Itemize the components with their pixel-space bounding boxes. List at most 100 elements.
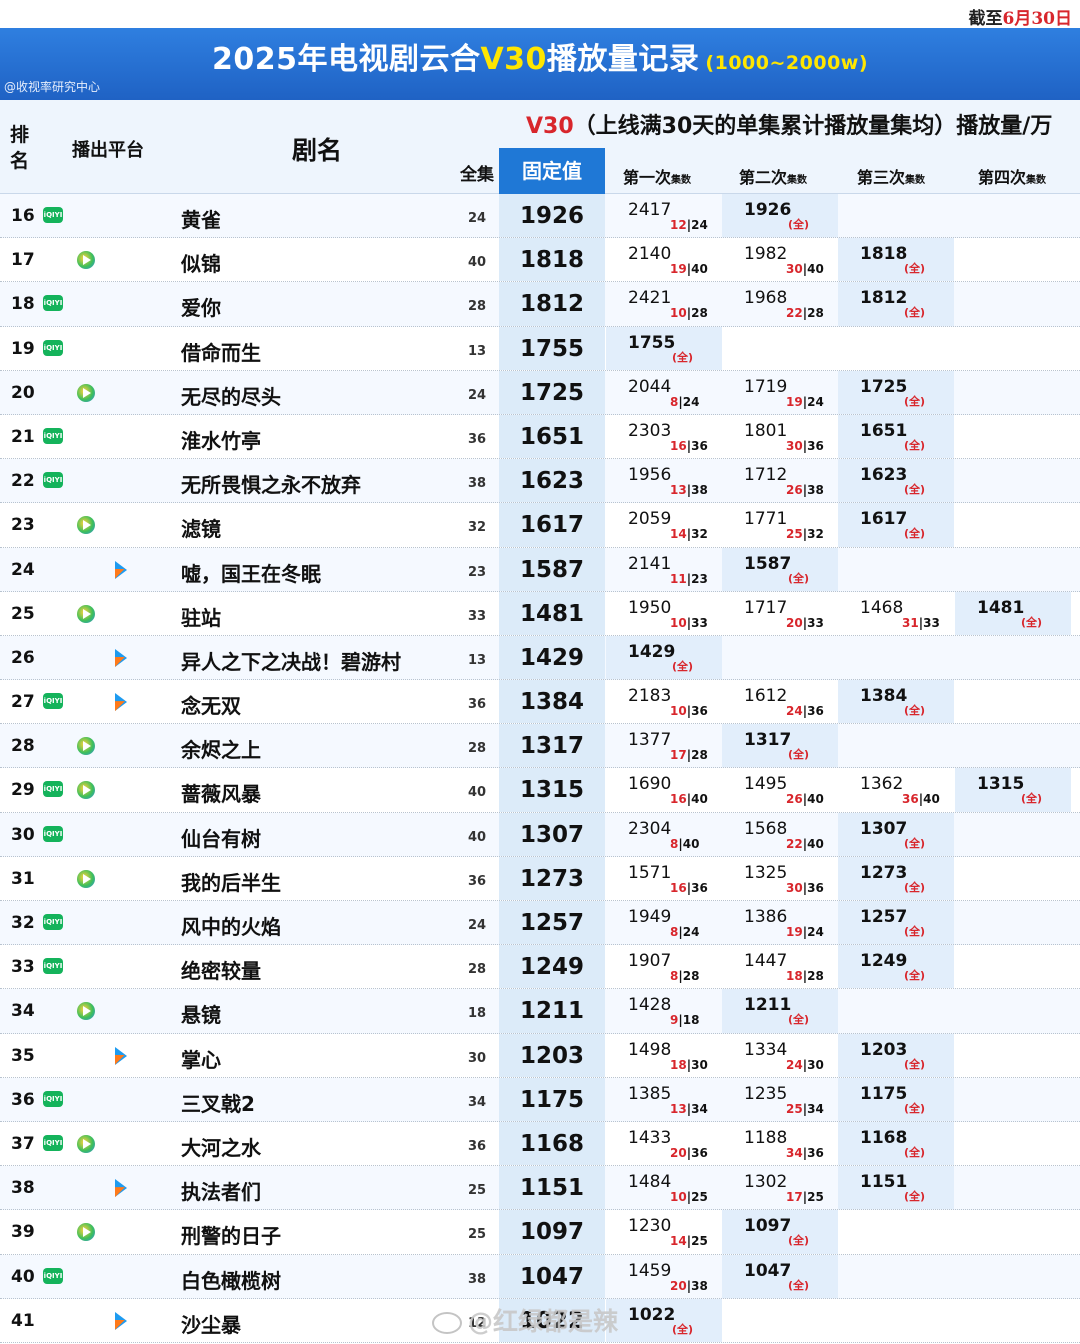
- iqiyi-logo-icon: iQIYI: [43, 427, 63, 444]
- fixed-value: 1168: [499, 1121, 605, 1166]
- table-row: 33 iQIYI 绝密较量 28 1249 1907 8|28 1447 18|28 1249 (全…: [0, 945, 1080, 990]
- drama-name: 绝密较量: [181, 959, 261, 984]
- drama-name: 无尽的尽头: [181, 384, 281, 409]
- episode-count: 10|33: [670, 615, 708, 630]
- episode-count: 10|28: [670, 306, 708, 321]
- attempt-cell: 1302 17|25: [722, 1166, 838, 1209]
- total-episodes: 25: [468, 1183, 487, 1199]
- tencent-video-logo-icon: [77, 1134, 95, 1153]
- final-mark: (全): [904, 394, 926, 408]
- episode-count: 30|36: [786, 438, 824, 453]
- attempt-value: 1771: [744, 509, 788, 530]
- attempt-value: 1377: [628, 730, 672, 751]
- fixed-value: 1317: [499, 724, 605, 768]
- rank-cell: 28: [11, 736, 35, 757]
- attempt-cell: 2183 10|36: [606, 680, 722, 723]
- fixed-value: 1651: [499, 414, 605, 459]
- rank-cell: 29: [11, 780, 35, 801]
- rank-cell: 22: [11, 471, 35, 492]
- drama-name: 余烬之上: [181, 738, 261, 763]
- attempt-cell: 1755 (全): [606, 326, 722, 370]
- attempt-value: 1362: [860, 774, 904, 795]
- total-episodes: 34: [468, 1094, 487, 1110]
- rank-cell: 37: [11, 1133, 35, 1154]
- attempt-value: 1307: [860, 818, 908, 839]
- episode-count: 24|30: [786, 1057, 824, 1072]
- youku-logo-icon: [113, 560, 129, 580]
- attempt-cell: 1203 (全): [838, 1033, 954, 1077]
- header-platform: 播出平台: [72, 140, 144, 161]
- attempt-value: 1717: [744, 597, 788, 618]
- tencent-video-logo-icon: [77, 869, 95, 888]
- episode-count: 13|34: [670, 1101, 708, 1116]
- fixed-value: 1249: [499, 945, 605, 989]
- episode-count: 22|28: [786, 306, 824, 321]
- attempt-cell: 1484 10|25: [606, 1166, 722, 1209]
- attempt-cell: 1022 (全): [606, 1298, 722, 1342]
- attempt-value: 1725: [860, 376, 908, 397]
- fixed-value: 1429: [499, 635, 605, 680]
- episode-count: 16|40: [670, 792, 708, 807]
- attempt-cell: 2304 8|40: [606, 813, 722, 856]
- attempt-value: 2183: [628, 686, 672, 707]
- episode-count: 8|40: [670, 836, 700, 851]
- final-mark: (全): [672, 659, 694, 673]
- attempt-cell: 1719 19|24: [722, 371, 838, 414]
- rank-cell: 34: [11, 1001, 35, 1022]
- attempt-cell: 1956 13|38: [606, 459, 722, 502]
- attempt-value: 1587: [744, 553, 792, 574]
- table-row: 32 iQIYI 风中的火焰 24 1257 1949 8|24 1386 19|24 1257(…: [0, 901, 1080, 946]
- attempt-value: 1755: [628, 332, 676, 353]
- attempt-cell: 1612 24|36: [722, 680, 838, 723]
- youku-logo-icon: [113, 1046, 129, 1066]
- table-row: 31 我的后半生 36 1273 1571 16|36 1325 30|36 1273 (全): [0, 856, 1080, 901]
- table-row: 35 掌心 30 1203 1498 18|30 1334 24|30 1203 (全): [0, 1033, 1080, 1078]
- drama-name: 执法者们: [181, 1180, 261, 1205]
- episode-count: 16|36: [670, 438, 708, 453]
- attempt-value: 1334: [744, 1039, 788, 1060]
- attempt-cell: 1235 25|34: [722, 1078, 838, 1121]
- total-episodes: 36: [468, 1138, 487, 1154]
- drama-name: 异人之下之决战！碧游村: [181, 649, 401, 674]
- attempt-value: 1617: [860, 509, 908, 530]
- attempt-value: 1651: [860, 420, 908, 441]
- episode-count: 14|32: [670, 527, 708, 542]
- attempt-cell: 2303 16|36: [606, 415, 722, 458]
- final-mark: (全): [788, 1234, 810, 1248]
- attempt-value: 1926: [744, 200, 792, 220]
- total-episodes: 40: [468, 255, 487, 271]
- drama-name: 蔷薇风暴: [181, 782, 261, 807]
- attempt-cell: 1230 14|25: [606, 1210, 722, 1253]
- table-row: 40 iQIYI 白色橄榄树 38 1047 1459 20|38 1047 (全): [0, 1254, 1080, 1299]
- episode-count: 19|40: [670, 262, 708, 277]
- table-row: 27 iQIYI 念无双 36 1384 2183 10|36 1612 24|36 1384 (全…: [0, 680, 1080, 725]
- iqiyi-logo-icon: iQIYI: [43, 693, 63, 710]
- attempt-value: 1097: [744, 1216, 792, 1237]
- table-row: 30 iQIYI 仙台有树 40 1307 2304 8|40 1568 22|40 1307 (全…: [0, 812, 1080, 857]
- attempt-value: 1315: [977, 774, 1025, 795]
- episode-count: 22|40: [786, 836, 824, 851]
- attempt-cell: 1926 (全): [722, 194, 838, 238]
- final-mark: (全): [904, 483, 926, 497]
- final-mark: (全): [788, 748, 810, 762]
- attempt-value: 1812: [860, 288, 908, 309]
- rank-cell: 33: [11, 957, 35, 978]
- tencent-video-logo-icon: [77, 781, 95, 800]
- watermark: @红绿都是辣: [432, 1302, 618, 1338]
- attempt-cell: 1211 (全): [722, 989, 838, 1033]
- rank-cell: 26: [11, 647, 35, 668]
- drama-name: 似锦: [181, 252, 221, 277]
- attempt-cell: 1151 (全): [838, 1166, 954, 1210]
- final-mark: (全): [904, 836, 926, 850]
- attempt-value: 1468: [860, 597, 904, 618]
- date-bar: 截至6月30日: [0, 0, 1080, 29]
- attempt-value: 1968: [744, 288, 788, 309]
- attempt-cell: 1385 13|34: [606, 1078, 722, 1121]
- attempt-cell: 1384 (全): [838, 680, 954, 724]
- drama-name: 念无双: [181, 694, 241, 719]
- attempt-cell: 1459 20|38: [606, 1255, 722, 1298]
- rank-cell: 19: [11, 338, 35, 359]
- attempt-cell: 2140 19|40: [606, 238, 722, 281]
- attempt-value: 1982: [744, 244, 788, 265]
- attempt-cell: 1097 (全): [722, 1210, 838, 1254]
